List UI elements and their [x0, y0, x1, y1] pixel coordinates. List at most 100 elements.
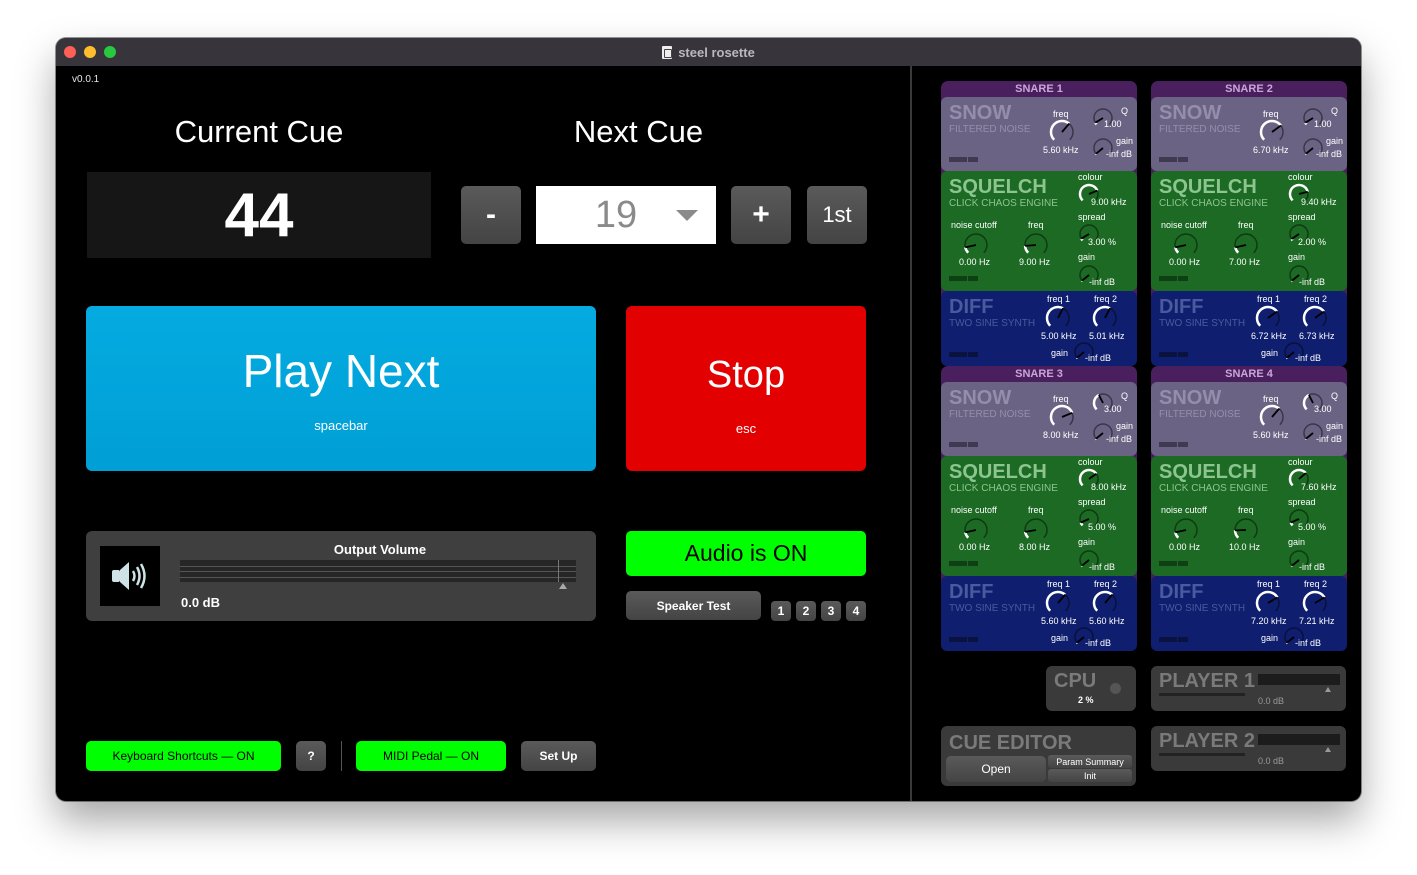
param-summary-button[interactable]: Param Summary	[1048, 755, 1132, 768]
squelch-freq-knob[interactable]	[1023, 232, 1049, 258]
knob-value: 1.00	[1104, 119, 1122, 129]
squelch-cutoff-knob[interactable]	[963, 517, 989, 543]
audio-toggle-button[interactable]: Audio is ON	[626, 531, 866, 576]
help-button[interactable]: ?	[296, 741, 326, 771]
next-cue-select[interactable]: 19	[536, 186, 716, 244]
knob-label: gain	[1116, 136, 1134, 146]
diff-freq1-knob[interactable]	[1255, 305, 1281, 331]
mute-toggle[interactable]	[100, 546, 160, 606]
volume-handle-icon[interactable]	[559, 583, 567, 589]
speaker-4-button[interactable]: 4	[846, 601, 866, 621]
init-button[interactable]: Init	[1048, 769, 1132, 782]
output-volume-slider[interactable]	[180, 560, 576, 582]
main-content: v0.0.1 Current Cue Next Cue 44 - 19 + 1s…	[56, 66, 1361, 801]
knob-value: 5.60 kHz	[1089, 616, 1125, 626]
squelch-freq-knob[interactable]	[1023, 517, 1049, 543]
diff-freq2-knob[interactable]	[1092, 305, 1118, 331]
knob-label: colour	[1288, 172, 1313, 182]
snow-module: SNOW FILTERED NOISE freq 5.60 kHz Q 3.00…	[1151, 382, 1347, 456]
module-name: SQUELCH	[949, 461, 1047, 483]
stop-button[interactable]: Stop esc	[626, 306, 866, 471]
speaker-3-button[interactable]: 3	[821, 601, 841, 621]
knob-label: gain	[1326, 136, 1344, 146]
module-meter	[1159, 637, 1189, 642]
knob-value: 3.00 %	[1088, 237, 1117, 247]
diff-freq2-knob[interactable]	[1092, 590, 1118, 616]
minimize-window-button[interactable]	[84, 46, 96, 58]
knob-value: 9.40 kHz	[1301, 197, 1337, 207]
first-cue-button[interactable]: 1st	[807, 186, 867, 244]
panel-divider	[910, 66, 912, 801]
knob-value: -inf dB	[1299, 562, 1326, 572]
player-1-volume-handle-icon[interactable]	[1325, 687, 1331, 692]
play-shortcut-label: spacebar	[314, 418, 368, 433]
next-cue-label: Next Cue	[573, 114, 704, 149]
module-name: SNOW	[1159, 102, 1222, 124]
snare-1-panel: SNARE 1 SNOW FILTERED NOISE freq 5.60 kH…	[941, 81, 1137, 366]
next-cue-button[interactable]: +	[731, 186, 791, 244]
window-controls	[64, 46, 116, 58]
setup-button[interactable]: Set Up	[521, 741, 596, 771]
close-window-button[interactable]	[64, 46, 76, 58]
cpu-value: 2 %	[1078, 695, 1094, 705]
cue-editor-open-button[interactable]: Open	[946, 756, 1046, 782]
player-2-db: 0.0 dB	[1258, 756, 1285, 766]
current-cue-label: Current Cue	[174, 114, 344, 149]
squelch-freq-knob[interactable]	[1233, 232, 1259, 258]
knob-label: spread	[1288, 212, 1316, 222]
knob-label: freq 2	[1094, 294, 1118, 304]
player-2-meter	[1258, 734, 1340, 745]
knob-value: -inf dB	[1106, 149, 1133, 159]
squelch-cutoff-knob[interactable]	[1173, 517, 1199, 543]
module-subtitle: FILTERED NOISE	[1159, 409, 1241, 420]
midi-pedal-toggle[interactable]: MIDI Pedal — ON	[356, 741, 506, 771]
diff-freq2-knob[interactable]	[1302, 305, 1328, 331]
diff-freq1-knob[interactable]	[1255, 590, 1281, 616]
knob-label: freq 1	[1047, 579, 1071, 589]
diff-module: DIFF TWO SINE SYNTH freq 1 5.60 kHz freq…	[941, 576, 1137, 651]
module-meter	[949, 276, 979, 281]
snow-freq-knob[interactable]	[1259, 119, 1285, 145]
knob-label: noise cutoff	[951, 220, 997, 230]
squelch-cutoff-knob[interactable]	[963, 232, 989, 258]
version-label: v0.0.1	[72, 74, 100, 85]
knob-label: gain	[1116, 421, 1134, 431]
knob-label: gain	[1051, 633, 1069, 643]
module-subtitle: TWO SINE SYNTH	[1159, 603, 1246, 614]
diff-freq2-knob[interactable]	[1302, 590, 1328, 616]
diff-freq1-knob[interactable]	[1045, 305, 1071, 331]
speaker-test-button[interactable]: Speaker Test	[626, 591, 761, 620]
knob-label: Q	[1121, 391, 1129, 401]
knob-label: spread	[1078, 212, 1106, 222]
knob-label: freq 1	[1257, 294, 1281, 304]
knob-value: 6.72 kHz	[1251, 331, 1287, 341]
player-2-title: PLAYER 2	[1159, 730, 1255, 752]
knob-label: freq	[1263, 109, 1279, 119]
snare-title: SNARE 4	[1225, 368, 1273, 380]
player-1-panel: PLAYER 1 0.0 dB	[1151, 666, 1346, 711]
player-2-volume-handle-icon[interactable]	[1325, 747, 1331, 752]
diff-freq1-knob[interactable]	[1045, 590, 1071, 616]
knob-value: 6.70 kHz	[1253, 145, 1289, 155]
title-bar: steel rosette	[56, 38, 1361, 66]
play-next-button[interactable]: Play Next spacebar	[86, 306, 596, 471]
speaker-2-button[interactable]: 2	[796, 601, 816, 621]
speaker-1-button[interactable]: 1	[771, 601, 791, 621]
module-subtitle: TWO SINE SYNTH	[949, 603, 1036, 614]
stop-shortcut-label: esc	[735, 420, 757, 436]
snow-freq-knob[interactable]	[1259, 404, 1285, 430]
snow-freq-knob[interactable]	[1049, 119, 1075, 145]
module-meter	[949, 637, 979, 642]
keyboard-shortcuts-toggle[interactable]: Keyboard Shortcuts — ON	[86, 741, 281, 771]
maximize-window-button[interactable]	[104, 46, 116, 58]
knob-value: 7.60 kHz	[1301, 482, 1337, 492]
knob-value: 2.00 %	[1298, 237, 1327, 247]
previous-cue-button[interactable]: -	[461, 186, 521, 244]
squelch-freq-knob[interactable]	[1233, 517, 1259, 543]
knob-value: -inf dB	[1089, 562, 1116, 572]
squelch-cutoff-knob[interactable]	[1173, 232, 1199, 258]
knob-value: 10.0 Hz	[1229, 542, 1261, 552]
knob-label: freq	[1238, 505, 1254, 515]
snow-freq-knob[interactable]	[1049, 404, 1075, 430]
current-cue-display: 44	[87, 172, 431, 258]
